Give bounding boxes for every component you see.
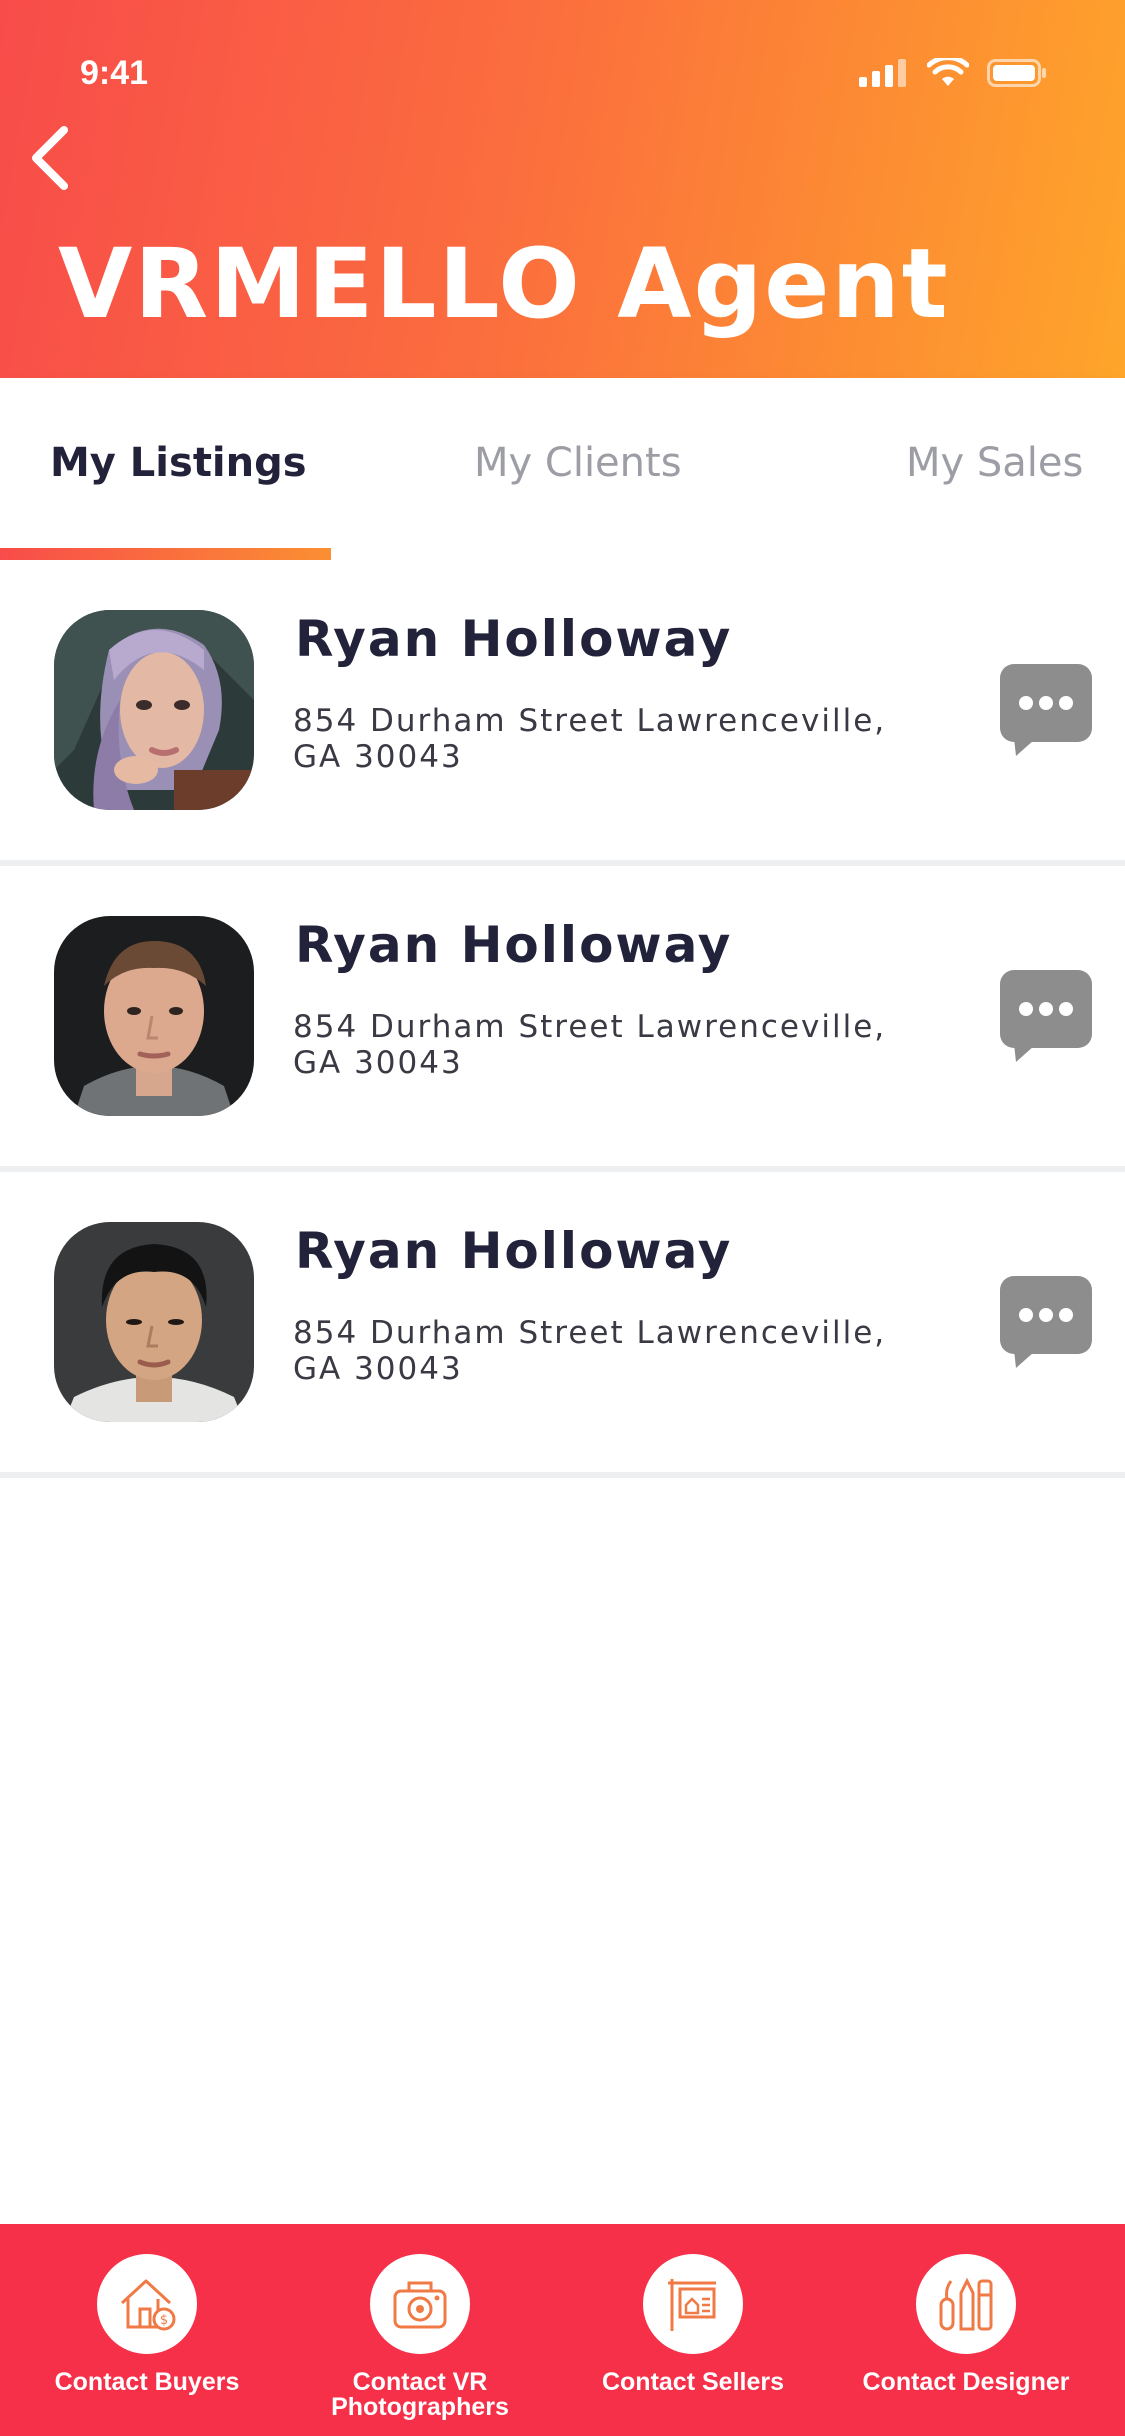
chat-button[interactable] xyxy=(998,968,1094,1064)
sale-sign-icon xyxy=(643,2254,743,2354)
wifi-icon xyxy=(927,58,969,86)
item-name: Ryan Holloway xyxy=(295,610,733,668)
avatar xyxy=(54,610,254,810)
header: 9:41 VRMELLO Agent xyxy=(0,0,1125,378)
tab-my-sales[interactable]: My Sales xyxy=(906,440,1083,486)
tab-my-listings[interactable]: My Listings xyxy=(50,440,307,486)
house-sale-icon: $ xyxy=(97,2254,197,2354)
contact-buyers-button[interactable]: $ Contact Buyers xyxy=(7,2254,287,2395)
action-label: Contact VR Photographers xyxy=(331,2368,509,2421)
avatar-man-image xyxy=(54,1222,254,1422)
status-icons xyxy=(859,58,1047,88)
list-item[interactable]: Ryan Holloway 854 Durham Street Lawrence… xyxy=(0,1172,1125,1478)
chat-bubble-icon xyxy=(1000,664,1092,756)
back-button[interactable] xyxy=(22,118,82,198)
avatar xyxy=(54,1222,254,1422)
avatar-man-image xyxy=(54,916,254,1116)
item-address: 854 Durham Street Lawrenceville, GA 3004… xyxy=(293,1009,887,1081)
list-item[interactable]: Ryan Holloway 854 Durham Street Lawrence… xyxy=(0,866,1125,1172)
avatar xyxy=(54,916,254,1116)
item-name: Ryan Holloway xyxy=(295,916,733,974)
tab-bar: My Listings My Clients My Sales xyxy=(0,378,1125,560)
camera-icon xyxy=(370,2254,470,2354)
battery-icon xyxy=(987,59,1046,87)
item-name: Ryan Holloway xyxy=(295,1222,733,1280)
action-label: Contact Sellers xyxy=(601,2368,784,2396)
action-label: Contact Buyers xyxy=(54,2368,240,2396)
contact-designer-button[interactable]: Contact Designer xyxy=(826,2254,1106,2395)
page-title: VRMELLO Agent xyxy=(58,228,950,340)
svg-text:$: $ xyxy=(160,2313,168,2328)
tab-my-clients[interactable]: My Clients xyxy=(474,440,682,486)
item-address: 854 Durham Street Lawrenceville, GA 3004… xyxy=(293,703,887,775)
chevron-left-icon xyxy=(32,126,68,190)
contact-sellers-button[interactable]: Contact Sellers xyxy=(553,2254,833,2395)
list-item[interactable]: Ryan Holloway 854 Durham Street Lawrence… xyxy=(0,560,1125,866)
signal-icon xyxy=(859,59,906,87)
chat-button[interactable] xyxy=(998,662,1094,758)
chat-bubble-icon xyxy=(1000,1276,1092,1368)
chat-bubble-icon xyxy=(1000,970,1092,1062)
chat-button[interactable] xyxy=(998,1274,1094,1370)
avatar-woman-image xyxy=(54,610,254,810)
status-time: 9:41 xyxy=(80,54,149,92)
design-tools-icon xyxy=(916,2254,1016,2354)
bottom-action-bar: $ Contact Buyers Contact VR Photographer… xyxy=(0,2224,1125,2436)
contact-vr-photographers-button[interactable]: Contact VR Photographers xyxy=(280,2254,560,2420)
active-tab-indicator xyxy=(0,548,331,560)
action-label: Contact Designer xyxy=(862,2368,1070,2396)
item-address: 854 Durham Street Lawrenceville, GA 3004… xyxy=(293,1315,887,1387)
